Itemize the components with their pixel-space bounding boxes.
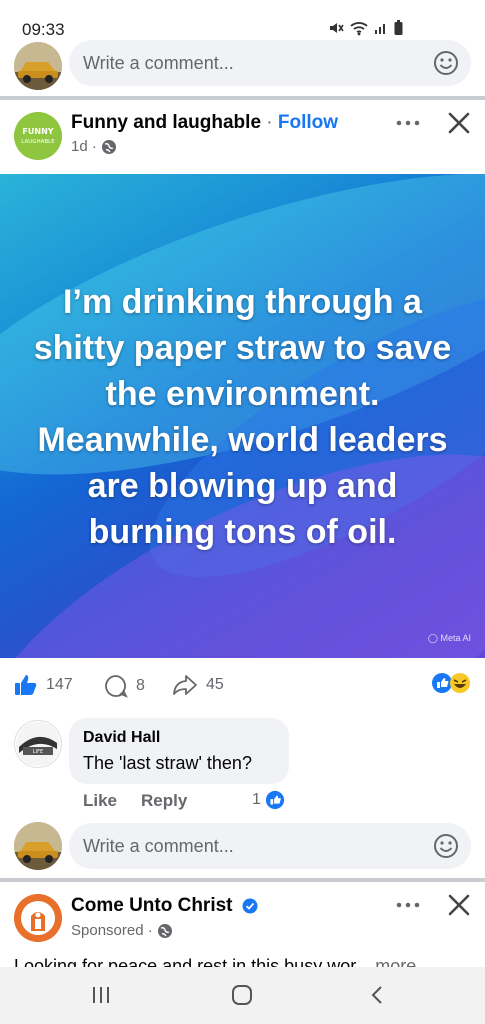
bottom-comment-row: Write a comment... xyxy=(0,822,485,882)
back-icon[interactable] xyxy=(363,983,393,1007)
home-icon[interactable] xyxy=(227,983,257,1007)
verified-badge-icon xyxy=(242,898,258,914)
emoji-icon[interactable] xyxy=(433,50,459,76)
comment-placeholder: Write a comment... xyxy=(83,836,234,856)
name-separator: · xyxy=(266,112,273,133)
system-nav-bar xyxy=(0,967,485,1024)
close-icon[interactable] xyxy=(445,109,473,137)
status-icons xyxy=(328,20,403,36)
more-options-icon[interactable] xyxy=(393,895,423,915)
user-avatar[interactable] xyxy=(14,42,62,90)
sponsored-body: Looking for peace and rest in this busy … xyxy=(14,956,371,967)
like-count: 147 xyxy=(46,676,73,693)
sponsor-avatar[interactable] xyxy=(14,894,62,942)
page-avatar[interactable]: FUNNY LAUGHABLE xyxy=(14,112,62,160)
emoji-icon[interactable] xyxy=(433,833,459,859)
globe-icon xyxy=(157,923,172,938)
comment-input[interactable]: Write a comment... xyxy=(69,40,471,86)
post-meta: 1d · xyxy=(71,138,117,155)
commenter-name[interactable]: David Hall xyxy=(83,729,160,747)
svg-text:FUNNY: FUNNY xyxy=(22,127,53,136)
comment-bubble: David Hall The 'last straw' then? xyxy=(69,718,289,784)
like-reaction[interactable]: 147 xyxy=(14,674,73,696)
comment-reaction[interactable]: 8 xyxy=(104,674,145,698)
comment-placeholder: Write a comment... xyxy=(83,53,234,73)
post-author-line: Funny and laughable · Follow xyxy=(71,112,338,134)
comment-like-button[interactable]: Like xyxy=(83,791,117,811)
laugh-emoji-icon xyxy=(450,673,470,693)
commenter-avatar[interactable]: LIFE xyxy=(14,720,62,768)
more-options-icon[interactable] xyxy=(393,113,423,133)
signal-icon xyxy=(375,24,385,34)
sponsored-label[interactable]: Sponsored · xyxy=(71,922,153,939)
user-avatar[interactable] xyxy=(14,822,62,870)
comment-actions: Like Reply xyxy=(83,791,187,811)
share-reaction[interactable]: 45 xyxy=(172,674,224,696)
mute-icon xyxy=(330,23,344,33)
svg-text:LIFE: LIFE xyxy=(33,749,43,755)
top-comment-row: Write a comment... xyxy=(0,40,485,100)
meta-ai-label: Meta AI xyxy=(440,633,471,643)
meta-ai-credit: ◯ Meta AI xyxy=(427,633,471,643)
share-icon xyxy=(173,675,197,695)
comment-count: 8 xyxy=(136,677,145,694)
thumbs-up-icon xyxy=(15,675,37,695)
comment-like-count: 1 xyxy=(252,791,261,808)
wifi-icon xyxy=(350,22,368,36)
svg-text:LAUGHABLE: LAUGHABLE xyxy=(21,139,55,145)
follow-button[interactable]: Follow xyxy=(278,112,338,133)
recent-apps-icon[interactable] xyxy=(86,983,116,1007)
sponsor-meta: Sponsored · xyxy=(71,922,173,939)
globe-icon xyxy=(101,139,116,154)
comment-reply-button[interactable]: Reply xyxy=(141,791,187,811)
sponsored-post: Come Unto Christ Sponsored · Looking for… xyxy=(0,882,485,967)
share-count: 45 xyxy=(206,676,224,693)
post-header: FUNNY LAUGHABLE Funny and laughable · Fol… xyxy=(0,100,485,170)
comment-text: The 'last straw' then? xyxy=(83,753,252,773)
post-image[interactable]: I’m drinking through a shitty paper stra… xyxy=(0,174,485,658)
sponsor-page-name[interactable]: Come Unto Christ xyxy=(71,895,233,916)
comment-icon xyxy=(105,675,128,698)
status-time: 09:33 xyxy=(22,20,65,39)
comment-like-badge[interactable]: 1 xyxy=(252,790,285,810)
comment-input[interactable]: Write a comment... xyxy=(69,823,471,869)
see-more-link[interactable]: more xyxy=(375,956,416,967)
reaction-summary[interactable] xyxy=(431,672,471,694)
reactions-bar: 147 8 45 xyxy=(0,666,485,706)
sponsor-name-line: Come Unto Christ xyxy=(71,895,258,917)
battery-icon xyxy=(394,20,403,35)
close-icon[interactable] xyxy=(445,891,473,919)
sponsored-text: Looking for peace and rest in this busy … xyxy=(14,956,416,967)
page-name[interactable]: Funny and laughable xyxy=(71,112,261,133)
like-emoji-icon xyxy=(265,790,284,810)
post-image-text: I’m drinking through a shitty paper stra… xyxy=(33,283,452,551)
post-age[interactable]: 1d · xyxy=(71,138,97,155)
